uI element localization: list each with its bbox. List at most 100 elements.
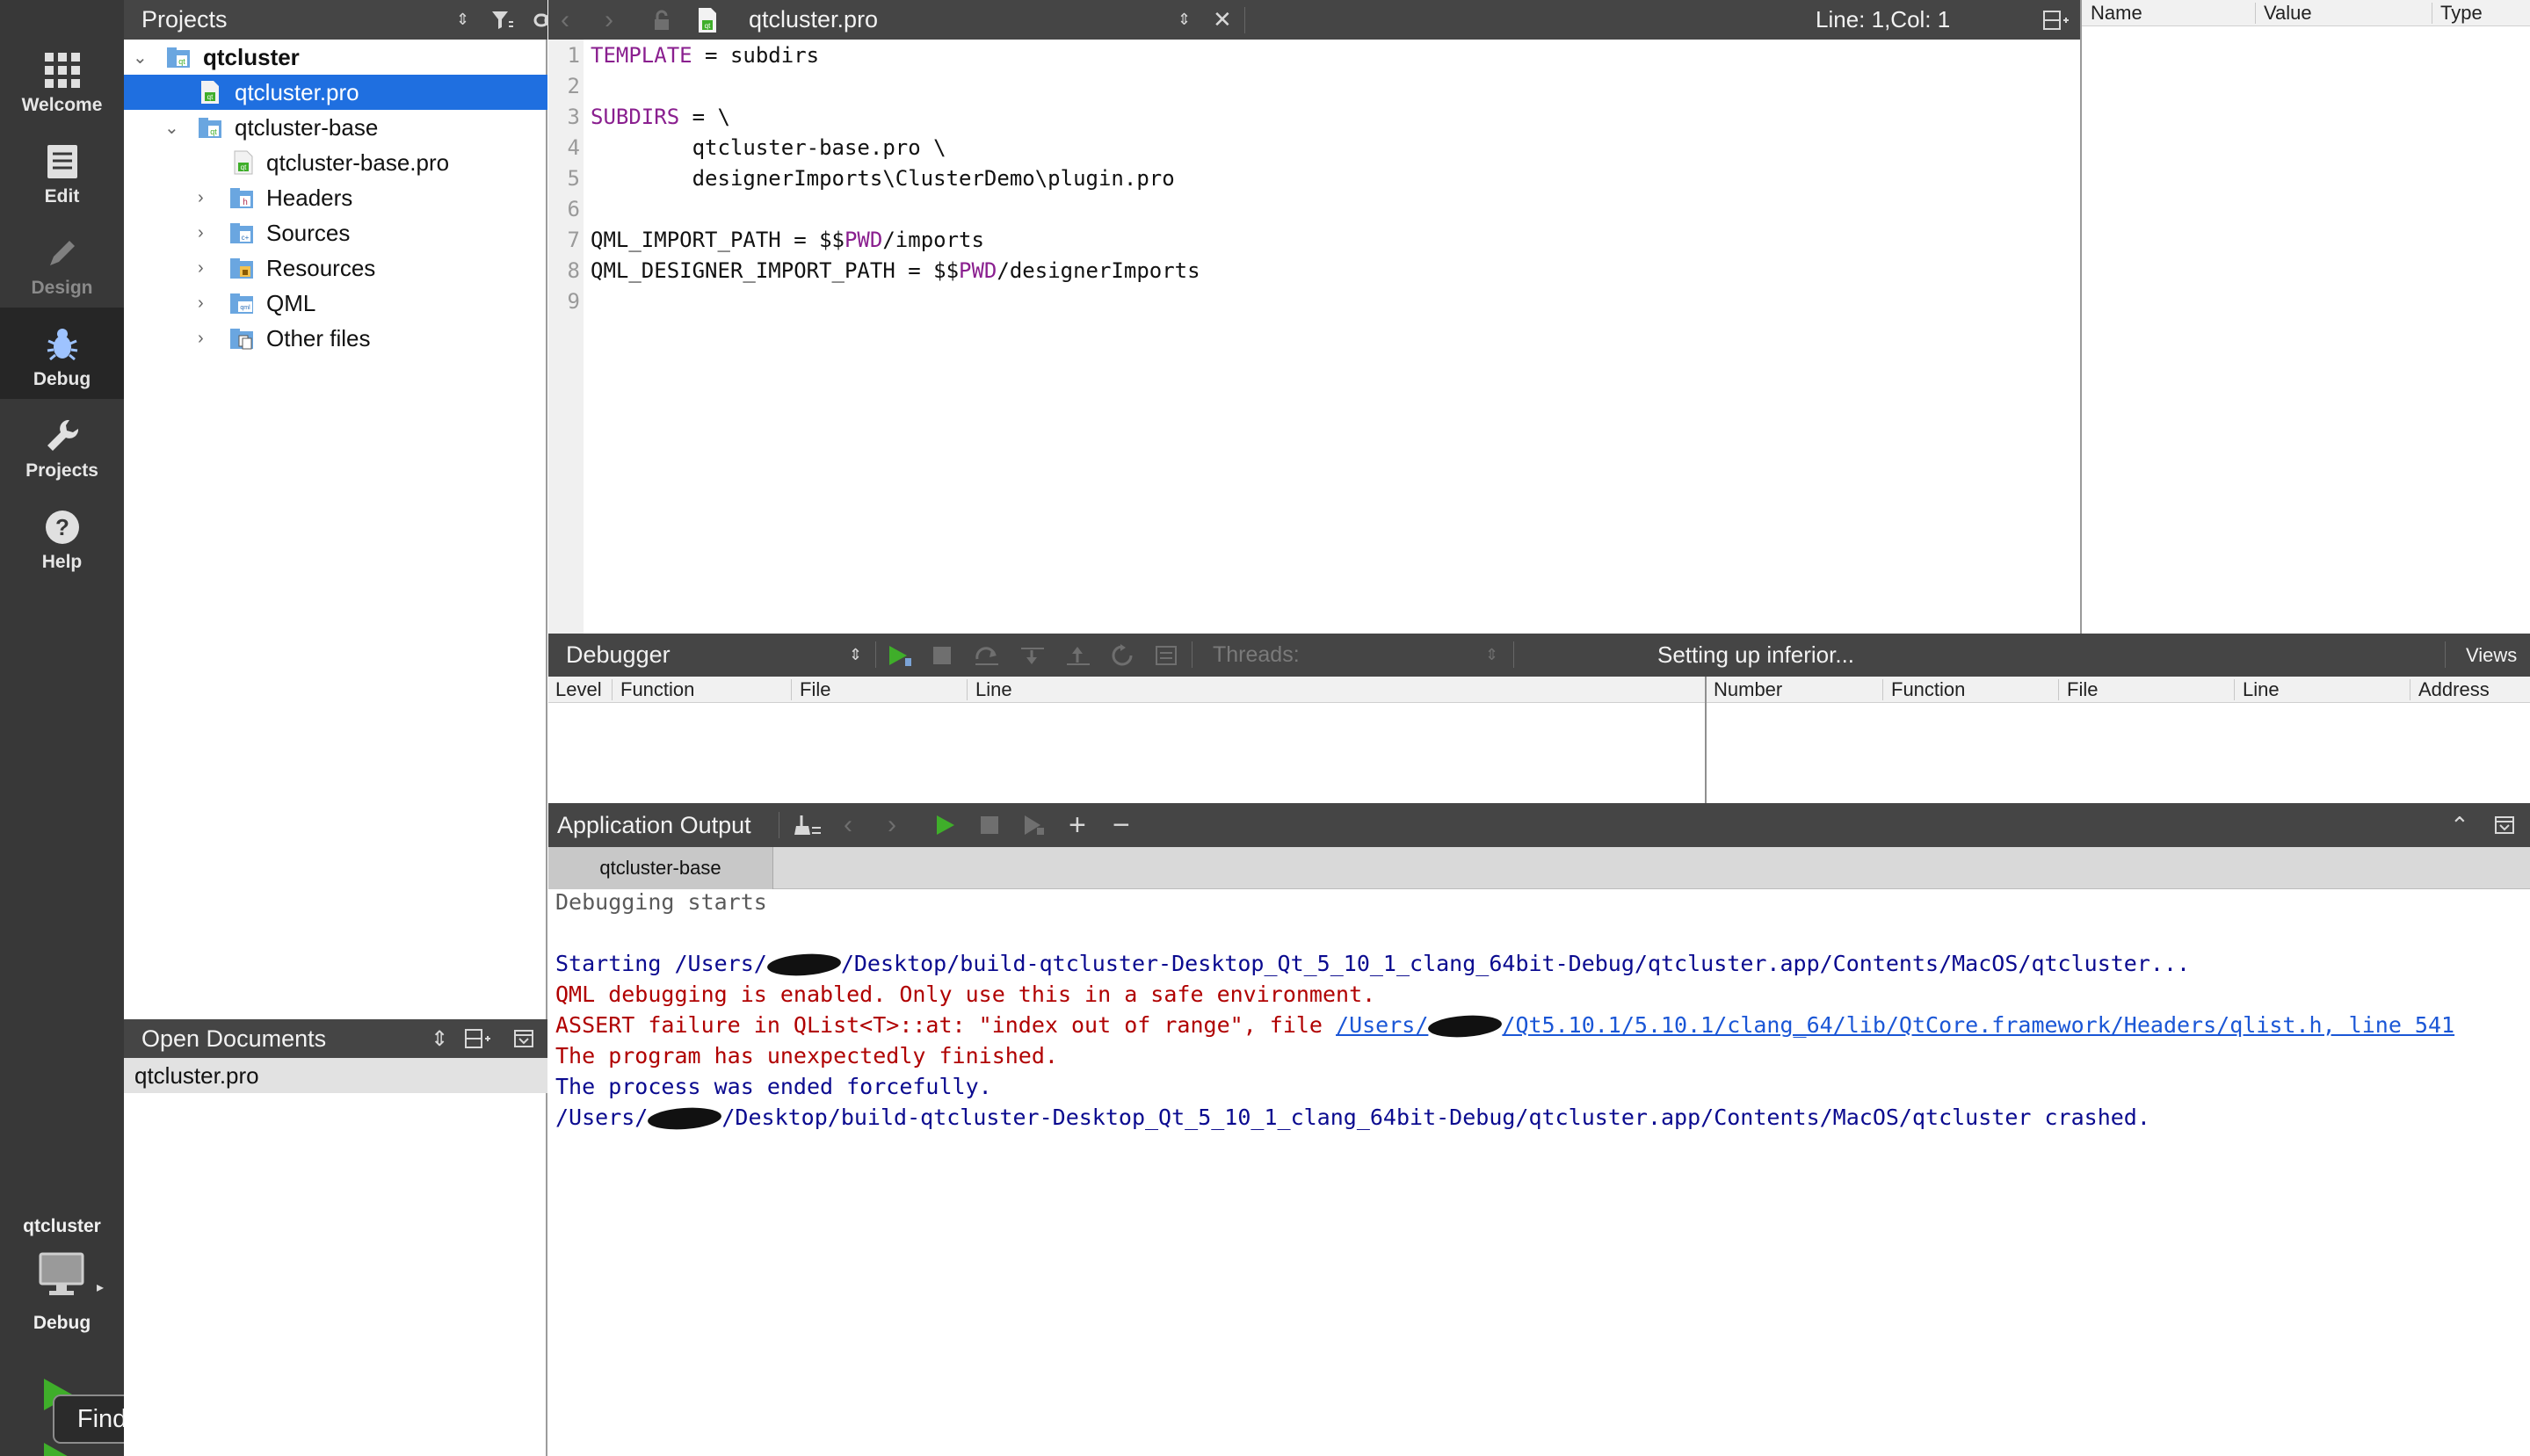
locals-column-type[interactable]: Type [2440,2,2483,25]
file-link[interactable]: /Qt5.10.1/5.10.1/clang_64/lib/QtCore.fra… [1502,1012,2454,1038]
breakpoint-column-line[interactable]: Line [2243,678,2280,701]
line-number: 5 [567,166,580,191]
maximize-pane-icon[interactable]: ⌃ [2450,812,2469,839]
cursor-position[interactable]: Line: 1,Col: 1 [1816,6,1950,33]
code-editor[interactable]: 1 TEMPLATE = subdirs 2 3 SUBDIRS = \ 4 qtclus… [548,40,2080,634]
file-link[interactable]: /Users/ [1336,1012,1428,1038]
forward-icon[interactable]: › [605,5,613,35]
split-icon[interactable] [464,1028,490,1054]
continue-icon[interactable] [888,644,912,667]
mode-projects[interactable]: Projects [0,399,124,490]
step-over-icon[interactable] [974,645,1000,666]
tree-item-label: Headers [266,184,353,211]
tree-item-resources[interactable]: › Resources [124,250,547,286]
tree-item-other-files[interactable]: › Other files [124,321,547,356]
split-icon[interactable] [2042,10,2069,31]
chevron-right-icon[interactable]: › [198,329,204,349]
code-text: designerImports\ClusterDemo\plugin.pro [591,166,1175,191]
next-item-icon[interactable]: › [888,810,896,840]
code-line[interactable]: qtcluster-base.pro \ [591,135,946,160]
filter-icon[interactable] [491,10,514,31]
updown-selector-icon[interactable]: ⇕ [849,646,862,664]
breakpoint-column-function[interactable]: Function [1891,678,1965,701]
projects-pane-title: Projects [141,6,228,33]
tree-item-label: qtcluster-base [235,113,379,141]
kit-selector-arrow-icon[interactable]: ▸ [97,1279,104,1296]
kit-project-name: qtcluster [23,1216,101,1236]
tree-item-qml[interactable]: › qml QML [124,286,547,321]
tab-qtcluster-base[interactable]: qtcluster-base [548,847,773,889]
attach-debugger-icon[interactable] [1023,814,1046,837]
stop-running-icon[interactable] [979,815,1000,836]
sources-folder-icon: c+ [230,223,253,243]
updown-selector-icon[interactable]: ⇕ [456,11,469,29]
mode-welcome[interactable]: Welcome [0,33,124,125]
zoom-in-icon[interactable]: + [1069,808,1086,843]
tree-item-sources[interactable]: › c+ Sources [124,215,547,250]
open-document-item[interactable]: qtcluster.pro [124,1058,547,1093]
mode-debug[interactable]: Debug [0,308,124,399]
chevron-right-icon[interactable]: › [198,188,204,208]
close-pane-icon[interactable] [513,1029,534,1053]
monitor-icon[interactable] [39,1252,84,1298]
code-line[interactable]: QML_DESIGNER_IMPORT_PATH = $$PWD/designe… [591,258,1200,283]
chevron-down-icon[interactable]: ⌄ [164,117,179,139]
stack-column-file[interactable]: File [800,678,830,701]
breakpoint-column-address[interactable]: Address [2418,678,2490,701]
chevron-right-icon[interactable]: › [198,223,204,243]
mode-edit[interactable]: Edit [0,125,124,216]
editor-file-name[interactable]: qtcluster.pro [749,6,878,33]
reverse-direction-icon[interactable] [1155,645,1178,666]
svg-text:h: h [243,198,248,207]
updown-selector-icon[interactable]: ⇕ [431,1026,448,1052]
zoom-out-icon[interactable]: − [1113,808,1130,843]
stack-column-line[interactable]: Line [975,678,1012,701]
locals-column-name[interactable]: Name [2091,2,2142,25]
clean-broom-icon[interactable] [794,814,821,837]
tree-item-qtcluster-base[interactable]: ⌄ qt qtcluster-base [124,110,547,145]
line-number: 2 [567,74,580,98]
back-icon[interactable]: ‹ [561,5,569,35]
chevron-down-icon[interactable]: ⌄ [133,47,148,69]
close-icon[interactable]: ✕ [1213,6,1232,33]
svg-text:?: ? [55,514,69,540]
headers-folder-icon: h [230,188,253,208]
stack-column-level[interactable]: Level [555,678,602,701]
debugger-status: Setting up inferior... [1657,641,1855,668]
code-line[interactable]: SUBDIRS = \ [591,105,730,129]
step-out-icon[interactable] [1065,645,1091,666]
previous-item-icon[interactable]: ‹ [844,810,852,840]
stop-icon[interactable] [932,645,953,666]
code-line[interactable]: designerImports\ClusterDemo\plugin.pro [591,166,1175,191]
svg-text:c+: c+ [242,234,250,242]
code-line[interactable]: TEMPLATE = subdirs [591,43,819,68]
stack-column-function[interactable]: Function [620,678,694,701]
chevron-right-icon[interactable]: › [198,258,204,279]
tree-item-qtcluster-base-pro[interactable]: qt qtcluster-base.pro [124,145,547,180]
updown-selector-icon[interactable]: ⇕ [1178,11,1191,29]
output-text: /Desktop/build-qtcluster-Desktop_Qt_5_10… [721,1105,2150,1130]
application-output-text[interactable]: Debugging starts Starting /Users/ /Desktop… [548,889,2530,1456]
code-keyword: PWD [844,228,883,252]
close-pane-icon[interactable] [2494,815,2515,835]
breakpoint-column-file[interactable]: File [2067,678,2098,701]
tree-item-headers[interactable]: › h Headers [124,180,547,215]
tree-item-qtcluster[interactable]: ⌄ qt qtcluster [124,40,547,75]
debugger-selector[interactable]: Debugger [566,641,671,669]
chevron-right-icon[interactable]: › [198,293,204,314]
step-into-icon[interactable] [1019,645,1046,666]
rerun-icon[interactable] [935,814,956,837]
threads-selector-icon[interactable]: ⇕ [1485,646,1498,664]
mode-design[interactable]: Design [0,216,124,308]
line-number: 6 [567,197,580,221]
lock-icon[interactable] [652,10,671,31]
tree-item-qtcluster-pro[interactable]: qt qtcluster.pro [124,75,547,110]
breakpoint-column-number[interactable]: Number [1714,678,1782,701]
views-button[interactable]: Views [2466,644,2517,667]
locals-column-value[interactable]: Value [2264,2,2312,25]
restart-icon[interactable] [1111,643,1134,667]
open-documents-list: qtcluster.pro [124,1058,547,1456]
mode-help[interactable]: ? Help [0,490,124,582]
code-line[interactable]: QML_IMPORT_PATH = $$PWD/imports [591,228,984,252]
application-output-toolbar: Application Output ‹ › + − ⌃ [548,803,2530,847]
